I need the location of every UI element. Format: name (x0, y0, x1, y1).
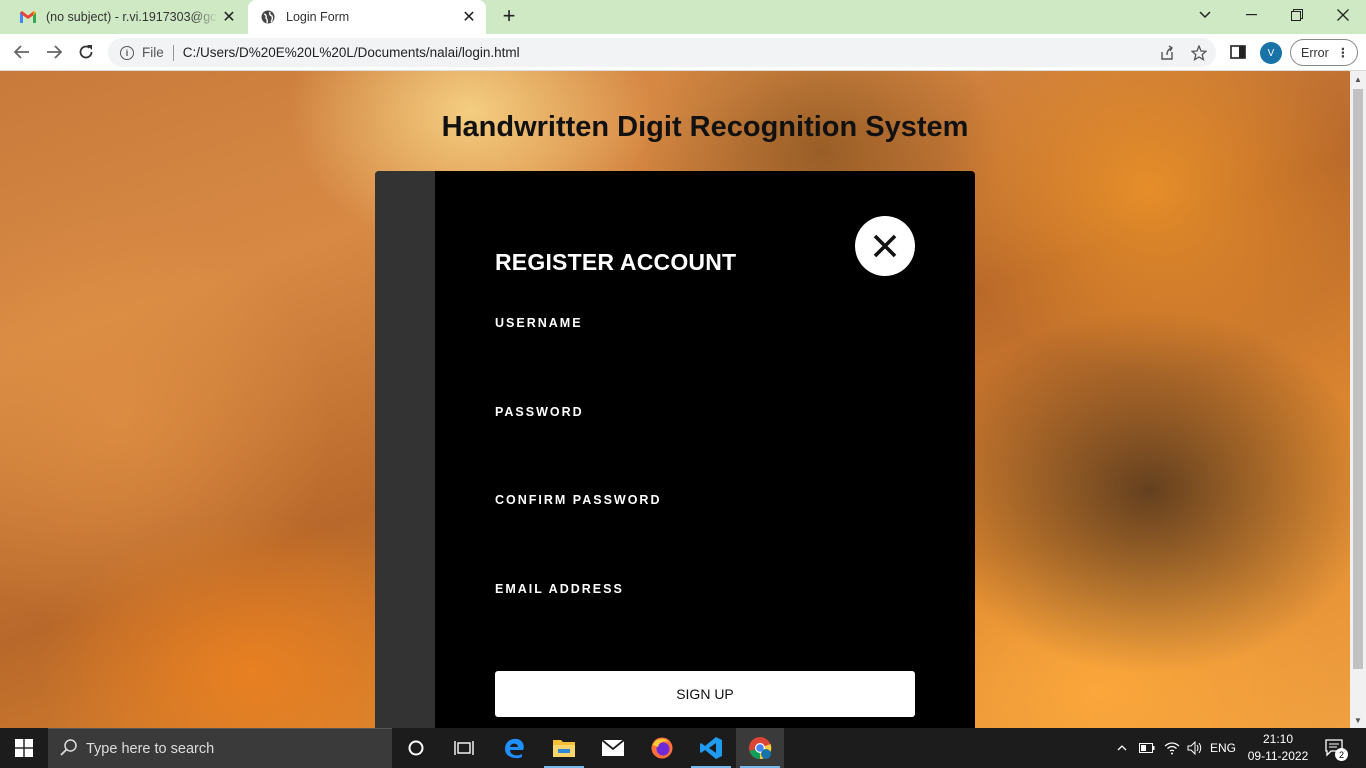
tab-search-icon[interactable] (1182, 0, 1228, 30)
site-info-icon[interactable]: i (120, 45, 134, 60)
tab-close-icon[interactable]: ✕ (218, 6, 240, 28)
gmail-icon (20, 9, 36, 25)
volume-icon[interactable] (1184, 728, 1206, 768)
register-form: REGISTER ACCOUNT USERNAME PASSWORD CONFI… (375, 171, 975, 728)
url-scheme: File (142, 45, 164, 60)
scroll-thumb[interactable] (1353, 89, 1363, 669)
tab-close-icon[interactable]: ✕ (458, 6, 480, 28)
cortana-icon[interactable] (392, 728, 440, 768)
tab-title: (no subject) - r.vi.1917303@gct.ac.in (46, 10, 218, 24)
divider (172, 44, 174, 61)
scroll-down-arrow-icon[interactable]: ▼ (1350, 712, 1366, 728)
task-view-icon[interactable] (440, 728, 488, 768)
error-label: Error (1301, 45, 1329, 60)
wifi-icon[interactable] (1161, 728, 1183, 768)
start-button[interactable] (0, 728, 48, 768)
error-button[interactable]: Error ⋮ (1290, 39, 1358, 66)
close-form-button[interactable] (855, 216, 915, 276)
forward-arrow-icon[interactable] (40, 38, 68, 66)
windows-logo-icon (15, 739, 33, 757)
email-field[interactable] (495, 603, 915, 637)
profile-avatar[interactable]: V (1260, 42, 1282, 64)
edge-icon[interactable] (490, 728, 538, 768)
minimize-button[interactable] (1228, 0, 1274, 30)
url-text[interactable]: C:/Users/D%20E%20L%20L/Documents/nalai/l… (183, 45, 520, 60)
reload-icon[interactable] (72, 38, 100, 66)
notification-center-icon[interactable]: 2 (1320, 728, 1350, 768)
battery-icon[interactable] (1137, 728, 1157, 768)
confirm-password-field[interactable] (495, 514, 915, 548)
form-title: REGISTER ACCOUNT (495, 249, 737, 275)
tab-strip: (no subject) - r.vi.1917303@gct.ac.in ✕ … (0, 0, 1366, 34)
password-field[interactable] (495, 426, 915, 460)
page-scrollbar[interactable]: ▲ ▼ (1350, 71, 1366, 728)
windows-taskbar: Type here to search ENG 21:10 09-11-2022 (0, 728, 1366, 768)
tab-title: Login Form (286, 10, 350, 24)
side-panel-icon[interactable] (1230, 44, 1246, 60)
address-bar[interactable]: i File C:/Users/D%20E%20L%20L/Documents/… (108, 38, 1216, 67)
username-label: USERNAME (495, 316, 583, 330)
vscode-icon[interactable] (687, 728, 735, 768)
bookmark-star-icon[interactable] (1188, 38, 1210, 67)
clock-time: 21:10 (1262, 732, 1294, 746)
back-arrow-icon[interactable] (8, 38, 36, 66)
page-viewport: Handwritten Digit Recognition System REG… (0, 71, 1350, 728)
menu-dots-icon: ⋮ (1336, 46, 1349, 60)
sign-up-button[interactable]: SIGN UP (495, 671, 915, 717)
form-side-bar (375, 171, 435, 728)
share-icon[interactable] (1156, 38, 1178, 67)
email-label: EMAIL ADDRESS (495, 582, 624, 596)
close-icon (873, 234, 897, 258)
search-placeholder: Type here to search (86, 740, 215, 757)
firefox-icon[interactable] (638, 728, 686, 768)
browser-toolbar: i File C:/Users/D%20E%20L%20L/Documents/… (0, 34, 1366, 71)
taskbar-search-box[interactable]: Type here to search (48, 728, 392, 768)
system-clock[interactable]: 21:10 09-11-2022 (1240, 731, 1316, 765)
tab-login-form[interactable]: Login Form ✕ (248, 0, 486, 34)
globe-icon (260, 9, 276, 25)
tab-gmail[interactable]: (no subject) - r.vi.1917303@gct.ac.in ✕ (8, 0, 246, 34)
mail-icon[interactable] (589, 728, 637, 768)
notification-count-badge: 2 (1335, 748, 1348, 761)
language-indicator[interactable]: ENG (1208, 728, 1238, 768)
search-icon (60, 738, 78, 760)
username-field[interactable] (495, 337, 915, 371)
confirm-password-label: CONFIRM PASSWORD (495, 493, 662, 507)
tray-overflow-chevron-icon[interactable] (1112, 728, 1132, 768)
clock-date: 09-11-2022 (1247, 749, 1309, 763)
restore-button[interactable] (1274, 0, 1320, 30)
new-tab-button[interactable]: + (498, 5, 520, 28)
close-window-button[interactable] (1320, 0, 1366, 30)
password-label: PASSWORD (495, 405, 584, 419)
page-title: Handwritten Digit Recognition System (441, 111, 969, 143)
scroll-up-arrow-icon[interactable]: ▲ (1350, 71, 1366, 87)
chrome-icon[interactable] (736, 728, 784, 768)
file-explorer-icon[interactable] (540, 728, 588, 768)
